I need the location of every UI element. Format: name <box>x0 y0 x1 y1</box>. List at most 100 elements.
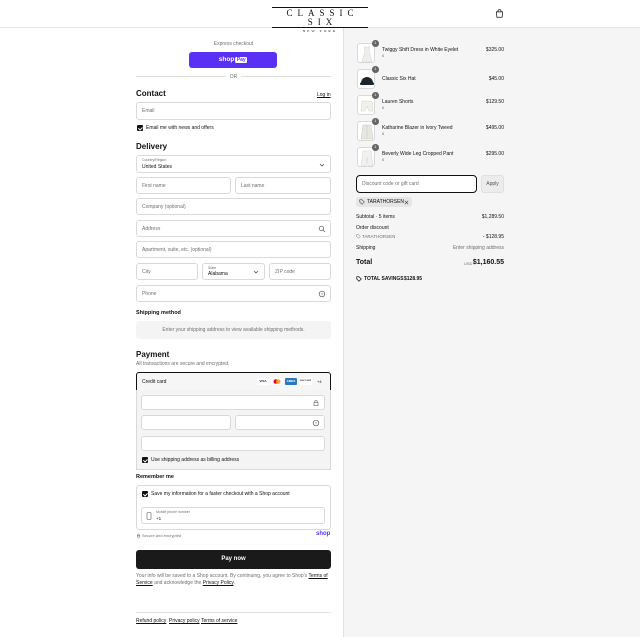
chevron-down-icon <box>319 163 325 167</box>
remember-me-title: Remember me <box>136 474 174 480</box>
tag-icon <box>359 199 365 205</box>
card-number-field[interactable] <box>141 395 325 410</box>
apartment-field[interactable]: Apartment, suite, etc. (optional) <box>136 241 331 258</box>
last-name-field[interactable]: Last name <box>235 177 331 194</box>
total-value: $1,160.55 <box>472 259 504 266</box>
item-name: Beverly Wide Leg Cropped Pant <box>382 151 454 157</box>
legal-end: . <box>233 580 235 586</box>
zip-placeholder: ZIP code <box>275 269 295 275</box>
news-label: Email me with news and offers <box>146 125 214 131</box>
item-price: $129.50 <box>485 99 504 105</box>
card-details-form: ? Use shipping address as billing addres… <box>136 390 331 470</box>
pant-image <box>360 150 374 167</box>
discount-tag-code: TARATHORSEN <box>367 199 405 205</box>
payment-subtitle: All transactions are secure and encrypte… <box>136 361 230 367</box>
quantity-badge: 1 <box>372 66 379 73</box>
email-placeholder: Email <box>142 108 155 114</box>
apartment-placeholder: Apartment, suite, etc. (optional) <box>142 247 212 253</box>
item-price: $495.00 <box>485 125 504 131</box>
first-name-field[interactable]: First name <box>136 177 231 194</box>
discover-icon: DISCOVER <box>299 378 312 385</box>
save-info-label: Save my information for a faster checkou… <box>151 491 290 497</box>
dress-image <box>361 46 373 63</box>
privacy-policy-link[interactable]: Privacy policy <box>169 618 200 624</box>
country-select[interactable]: Country/Region United States <box>136 155 331 173</box>
discount-input[interactable]: Discount code or gift card <box>356 175 477 193</box>
divider-right <box>241 76 331 77</box>
city-placeholder: City <box>142 269 151 275</box>
item-name: Classic Six Hat <box>382 76 416 82</box>
phone-placeholder: Phone <box>142 291 157 297</box>
item-size: 6 <box>382 54 385 58</box>
country-label: Country/Region <box>142 158 167 162</box>
refund-policy-link[interactable]: Refund policy <box>136 618 166 624</box>
total-savings-value: $128.95 <box>404 276 423 282</box>
city-field[interactable]: City <box>136 263 198 280</box>
lock-icon <box>137 533 140 538</box>
help-icon[interactable]: ? <box>312 419 320 427</box>
item-name: Lauren Shorts <box>382 99 414 105</box>
discount-code-label: TARATHORSEN <box>362 234 396 239</box>
shopping-bag-icon[interactable] <box>495 9 504 18</box>
country-value: United States <box>142 164 173 170</box>
apply-button[interactable]: Apply <box>481 175 504 193</box>
total-label: Total <box>356 259 373 266</box>
hat-image <box>360 77 374 85</box>
first-name-placeholder: First name <box>142 183 166 189</box>
security-code-field[interactable]: ? <box>235 415 325 430</box>
address-field[interactable]: Address <box>136 220 331 237</box>
expiration-field[interactable] <box>141 415 231 430</box>
legal-text: Your info will be saved to a Shop accoun… <box>136 573 331 587</box>
or-divider: OR <box>229 74 238 80</box>
mastercard-icon <box>271 378 283 385</box>
shipping-method-message: Enter your shipping address to view avai… <box>136 321 331 339</box>
quantity-badge: 1 <box>372 40 379 47</box>
email-field[interactable]: Email <box>136 102 331 120</box>
footer-divider <box>136 612 331 613</box>
quantity-badge: 1 <box>372 144 379 151</box>
item-price: $295.00 <box>485 151 504 157</box>
shop-pay-button[interactable]: shop Pay <box>189 52 277 68</box>
news-checkbox[interactable] <box>137 125 143 131</box>
tag-icon <box>356 234 361 239</box>
item-size: 6 <box>382 106 385 110</box>
svg-text:?: ? <box>321 291 324 296</box>
credit-card-option[interactable]: Credit card VISA AMEX DISCOVER +4 <box>136 372 331 391</box>
billing-label: Use shipping address as billing address <box>151 457 240 463</box>
quantity-badge: 1 <box>372 92 379 99</box>
legal-text-1: Your info will be saved to a Shop accoun… <box>136 573 308 579</box>
subtotal-value: $1,289.50 <box>481 214 504 220</box>
phone-icon <box>146 512 152 520</box>
billing-checkbox[interactable] <box>142 457 148 463</box>
address-placeholder: Address <box>142 226 161 232</box>
item-price: $45.00 <box>488 76 504 82</box>
shop-pay-label: shop <box>218 56 235 63</box>
shop-pay-badge: Pay <box>235 57 248 63</box>
login-link[interactable]: Log in <box>317 92 331 98</box>
save-info-checkbox[interactable] <box>142 491 148 497</box>
help-icon[interactable]: ? <box>318 290 326 298</box>
zip-field[interactable]: ZIP code <box>269 263 331 280</box>
pay-now-button[interactable]: Pay now <box>136 550 331 569</box>
close-icon[interactable] <box>404 200 409 205</box>
name-on-card-field[interactable] <box>141 436 325 451</box>
search-icon <box>318 225 326 233</box>
discount-tag: TARATHORSEN <box>356 197 412 207</box>
total-savings-label: TOTAL SAVINGS <box>364 276 404 282</box>
contact-title: Contact <box>136 89 166 98</box>
visa-icon: VISA <box>257 378 269 385</box>
shipping-label: Shipping <box>356 245 376 251</box>
terms-of-service-link[interactable]: Terms of service <box>201 618 237 624</box>
state-select[interactable]: State Alabama <box>202 263 265 280</box>
svg-text:?: ? <box>315 420 318 425</box>
header: CLASSIC SIX NEW YORK <box>0 0 640 33</box>
legal-text-2: and acknowledge the <box>154 580 202 586</box>
discount-value: - $128.95 <box>482 234 504 240</box>
item-size: 6 <box>382 132 385 136</box>
company-field[interactable]: Company (optional) <box>136 198 331 215</box>
phone-field[interactable]: Phone ? <box>136 285 331 302</box>
mobile-label: Mobile phone number <box>156 510 190 514</box>
privacy-link[interactable]: Privacy Policy <box>203 580 234 586</box>
payment-title: Payment <box>136 350 170 359</box>
mobile-phone-field[interactable]: Mobile phone number +1 <box>141 507 325 524</box>
